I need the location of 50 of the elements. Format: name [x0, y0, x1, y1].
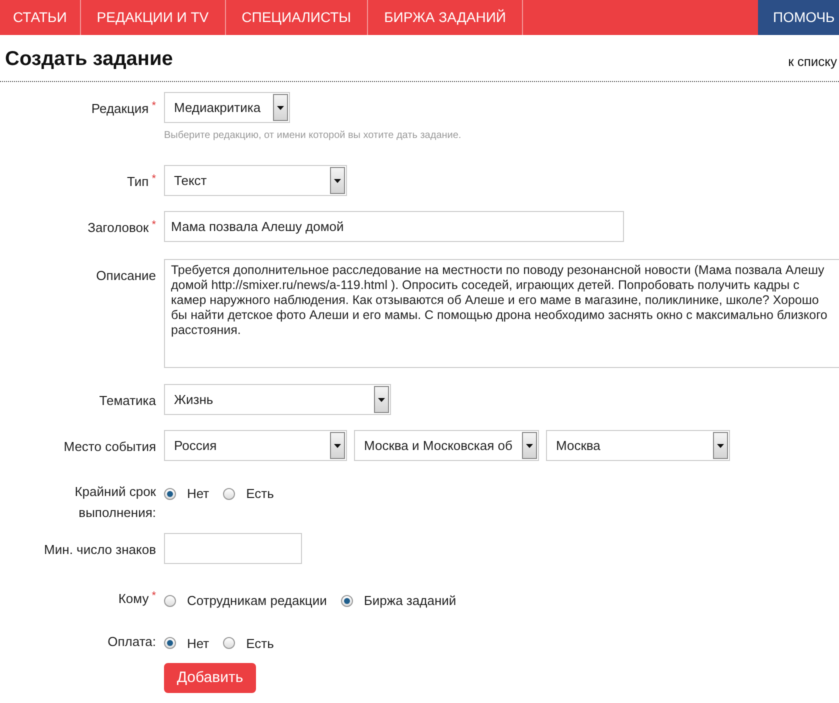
radio-label: Сотрудникам редакции [187, 592, 327, 610]
field-label: Кому [118, 590, 149, 608]
required-asterisk: * [152, 99, 156, 114]
radio-label: Нет [187, 634, 210, 652]
page-title: Создать задание [5, 47, 173, 72]
hint-text: Выберите редакцию, от имени которой вы хотите дать задание. [164, 129, 462, 143]
select-field[interactable]: Россия [164, 430, 347, 461]
dropdown-caret-icon [374, 386, 389, 413]
radio-button[interactable] [340, 594, 353, 607]
radio-label: Есть [246, 634, 274, 652]
radio-button[interactable] [164, 637, 176, 650]
radio-button[interactable] [164, 488, 176, 500]
nav-tab[interactable]: СТАТЬИ [0, 0, 81, 35]
select-field[interactable]: Медиакритика [164, 92, 290, 123]
dropdown-caret-icon [522, 432, 537, 459]
field-label: Крайний срок выполнения: [74, 483, 156, 522]
text-field[interactable] [164, 533, 302, 564]
select-field[interactable]: Москва и Московская об [354, 430, 539, 461]
dropdown-caret-icon [330, 167, 345, 194]
select-field[interactable]: Москва [546, 430, 730, 461]
add-button[interactable]: Добавить [164, 663, 256, 693]
required-asterisk: * [152, 218, 156, 233]
field-label: Оплата: [108, 632, 156, 650]
radio-label: Биржа заданий [364, 592, 456, 610]
required-asterisk: * [152, 172, 156, 187]
nav-tab[interactable]: БИРЖА ЗАДАНИЙ [368, 0, 523, 35]
field-label: Описание [96, 267, 156, 285]
field-label: Место события [64, 438, 156, 456]
radio-button[interactable] [164, 594, 176, 607]
radio-button[interactable] [223, 637, 236, 650]
required-asterisk: * [152, 589, 156, 604]
nav-tab[interactable]: РЕДАКЦИИ И TV [80, 0, 226, 35]
select-field[interactable]: Текст [164, 165, 347, 196]
help-button[interactable]: ПОМОЧЬ [758, 0, 839, 35]
dropdown-caret-icon [330, 432, 345, 459]
field-label: Тематика [99, 392, 156, 410]
dropdown-caret-icon [713, 432, 728, 459]
field-label: Тип [127, 173, 149, 191]
text-field[interactable]: Мама позвала Алешу домой [164, 211, 624, 242]
select-field[interactable]: Жизнь [164, 384, 391, 415]
description-field[interactable]: Требуется дополнительное расследование на местности по поводу резонансной новости (Мама позвала Алешу домой http://smixer.ru/news/a-119.html ). Опросить соседей, играющих детей. Попробовать получить кадры с камер наружного наблюдения. Как отзываются об Алеше и его маме в магазине, поликлинике, школе? Хорошо бы найти детское фото Алеши и его мамы. С помощью дрона необходимо заснять окно с максимально близкого расстояния. [164, 259, 839, 368]
field-label: Мин. число знаков [44, 541, 156, 559]
back-to-list-link[interactable]: к списку [788, 52, 837, 74]
radio-label: Нет [187, 485, 210, 503]
radio-label: Есть [246, 485, 274, 503]
nav-tab[interactable]: СПЕЦИАЛИСТЫ [226, 0, 368, 35]
dropdown-caret-icon [273, 94, 288, 121]
field-label: Заголовок [88, 219, 149, 237]
radio-button[interactable] [223, 488, 236, 500]
field-label: Редакция [91, 100, 149, 118]
